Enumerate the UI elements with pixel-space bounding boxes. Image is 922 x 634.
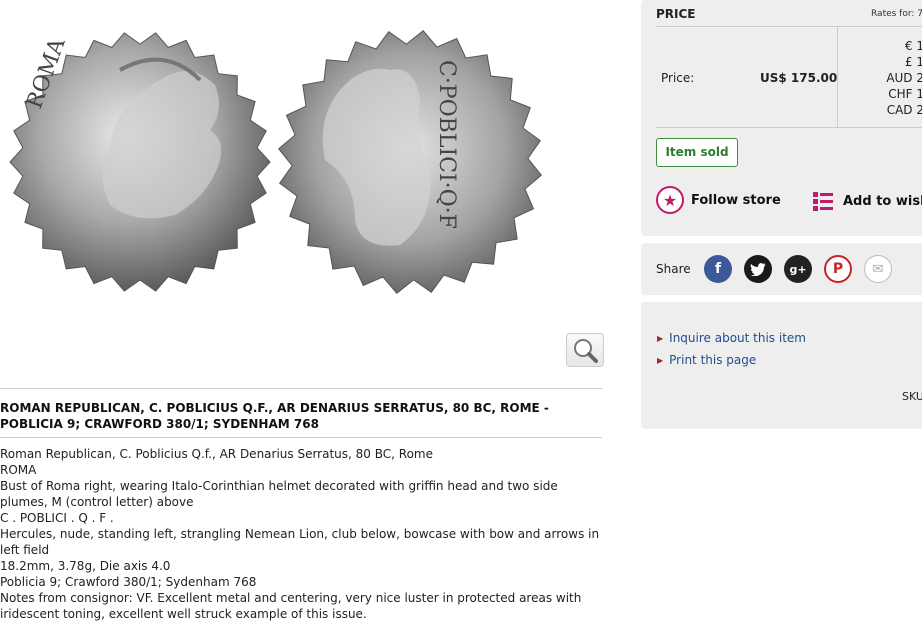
google-plus-icon[interactable]: g+ <box>784 255 812 283</box>
reverse-legend: C·POBLICI·Q·F <box>434 60 459 229</box>
zoom-button[interactable] <box>566 333 604 367</box>
add-to-wishlist-button[interactable]: Add to wish <box>813 188 922 214</box>
divider <box>656 26 922 27</box>
coin-obverse: ROMA <box>9 32 271 292</box>
pinterest-icon[interactable]: P <box>824 255 852 283</box>
rate-cad: CAD 2 <box>886 103 922 117</box>
sku-label: SKU <box>902 390 922 403</box>
description-line: C . POBLICI . Q . F . <box>0 511 114 525</box>
description-line: 18.2mm, 3.78g, Die axis 4.0 <box>0 559 171 573</box>
email-icon[interactable]: ✉ <box>864 255 892 283</box>
star-icon: ★ <box>656 186 684 214</box>
divider <box>0 388 602 389</box>
description-line: ROMA <box>0 463 37 477</box>
description-line: Poblicia 9; Crawford 380/1; Sydenham 768 <box>0 575 257 589</box>
arrow-right-icon: ▶ <box>657 355 664 365</box>
divider <box>656 127 922 128</box>
item-sold-badge: Item sold <box>656 138 738 167</box>
description-line: Hercules, nude, standing left, stranglin… <box>0 527 600 557</box>
coin-image: ROMA C·POBLICI·Q·F <box>9 30 542 294</box>
description-line: Roman Republican, C. Poblicius Q.f., AR … <box>0 447 433 461</box>
item-title: ROMAN REPUBLICAN, C. POBLICIUS Q.F., AR … <box>0 401 549 431</box>
item-description: Roman Republican, C. Poblicius Q.f., AR … <box>0 446 602 590</box>
arrow-right-icon: ▶ <box>657 333 664 343</box>
follow-store-button[interactable]: ★ Follow store <box>656 186 781 214</box>
facebook-icon[interactable]: f <box>704 255 732 283</box>
twitter-bird-icon <box>750 263 766 276</box>
inquire-link[interactable]: ▶ Inquire about this item <box>657 331 806 345</box>
share-label: Share <box>656 262 691 276</box>
description-line: Bust of Roma right, wearing Italo-Corint… <box>0 479 558 509</box>
list-icon <box>813 192 833 211</box>
price-heading: PRICE <box>656 7 696 21</box>
add-to-wishlist-label: Add to wish <box>843 193 922 209</box>
twitter-icon[interactable] <box>744 255 772 283</box>
coin-reverse: C·POBLICI·Q·F <box>278 30 542 294</box>
inquire-label: Inquire about this item <box>669 331 806 345</box>
consignor-notes: Notes from consignor: VF. Excellent meta… <box>0 591 582 621</box>
rate-gbp: £ 1 <box>904 55 922 69</box>
print-label: Print this page <box>669 353 757 367</box>
magnifier-icon <box>574 339 598 363</box>
rate-eur: € 1 <box>904 39 922 53</box>
price-value: US$ 175.00 <box>760 71 838 85</box>
rate-aud: AUD 2 <box>886 71 922 85</box>
share-panel: Share f g+ P ✉ <box>641 243 922 295</box>
follow-store-label: Follow store <box>691 192 781 208</box>
divider <box>0 437 602 438</box>
print-link[interactable]: ▶ Print this page <box>657 353 756 367</box>
rate-chf: CHF 1 <box>888 87 922 101</box>
currency-rates: € 1 £ 1 AUD 2 CHF 1 CAD 2 <box>846 38 922 118</box>
rates-selector[interactable]: Rates for: 7 <box>871 9 922 19</box>
links-panel: ▶ Inquire about this item ▶ Print this p… <box>641 302 922 429</box>
price-label: Price: <box>661 71 695 85</box>
price-panel: PRICE Rates for: 7 Price: US$ 175.00 € 1… <box>641 0 922 236</box>
